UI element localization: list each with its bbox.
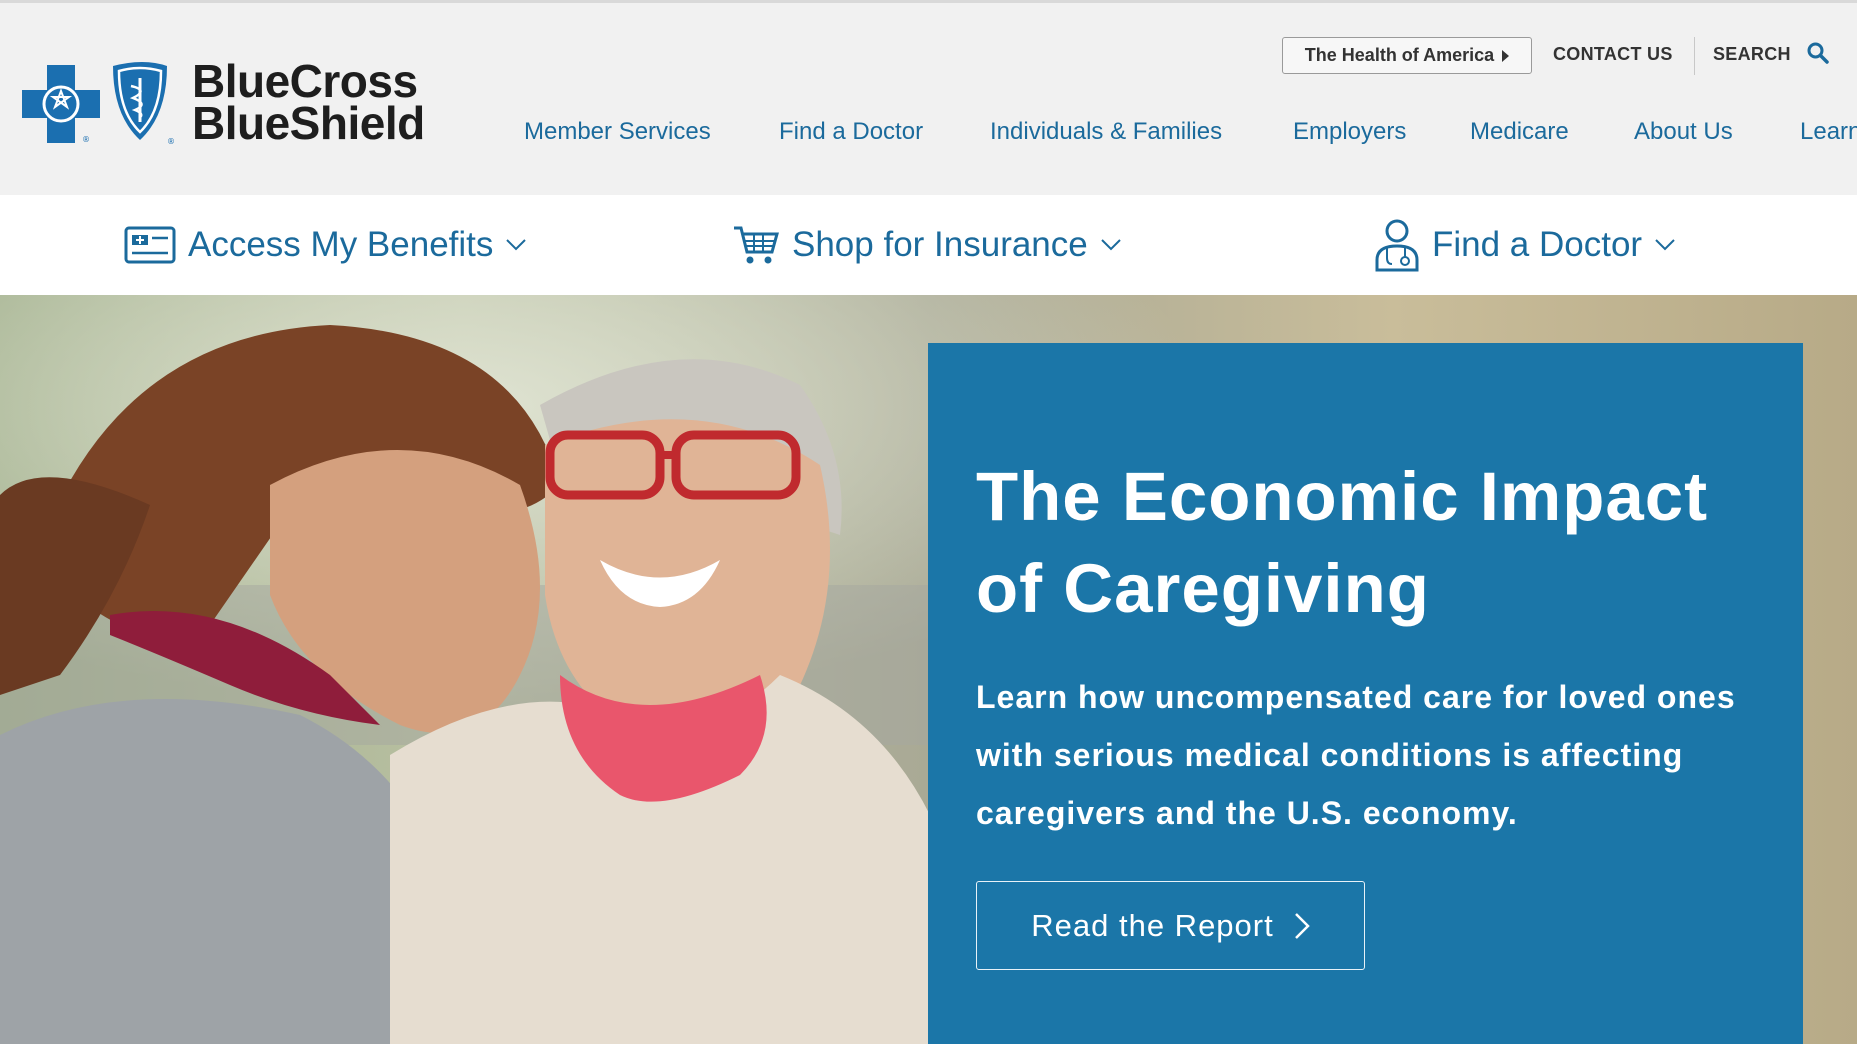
- nav-learn[interactable]: Learn: [1800, 118, 1857, 146]
- caret-right-icon: [1502, 49, 1510, 62]
- brand-line-1: BlueCross: [192, 55, 418, 107]
- shop-for-insurance-dropdown[interactable]: Shop for Insurance: [732, 195, 1122, 295]
- nav-medicare[interactable]: Medicare: [1470, 118, 1569, 146]
- quick-actions-bar: Access My Benefits Shop for Insurance Fi: [0, 195, 1857, 295]
- hero-callout-panel: The Economic Impact of Caregiving Learn …: [928, 343, 1803, 1044]
- hero-title: The Economic Impact of Caregiving: [976, 458, 1709, 627]
- access-my-benefits-label: Access My Benefits: [188, 225, 494, 264]
- site-header: ® ® BlueCross BlueShield The Health of A…: [0, 3, 1857, 195]
- search-icon[interactable]: [1806, 41, 1830, 65]
- chevron-down-icon: [1101, 239, 1121, 251]
- find-a-doctor-label: Find a Doctor: [1432, 225, 1643, 264]
- shop-for-insurance-label: Shop for Insurance: [792, 225, 1088, 264]
- read-the-report-button[interactable]: Read the Report: [976, 881, 1365, 970]
- main-nav: Member Services Find a Doctor Individual…: [0, 118, 1857, 154]
- shopping-cart-icon: [734, 226, 779, 264]
- nav-individuals-families[interactable]: Individuals & Families: [990, 118, 1222, 146]
- chevron-right-icon: [1294, 912, 1310, 939]
- utility-divider: [1694, 37, 1695, 75]
- chevron-down-icon: [506, 239, 527, 251]
- id-card-icon: [124, 226, 176, 264]
- nav-member-services[interactable]: Member Services: [524, 118, 711, 146]
- nav-about-us[interactable]: About Us: [1634, 118, 1733, 146]
- find-a-doctor-dropdown[interactable]: Find a Doctor: [1374, 195, 1676, 295]
- health-of-america-label: The Health of America: [1304, 45, 1495, 65]
- doctor-icon: [1375, 219, 1419, 272]
- access-my-benefits-dropdown[interactable]: Access My Benefits: [124, 195, 527, 295]
- hero-body: Learn how uncompensated care for loved o…: [976, 679, 1736, 831]
- contact-us-link[interactable]: CONTACT US: [1553, 44, 1673, 65]
- hero-banner: The Economic Impact of Caregiving Learn …: [0, 295, 1857, 1044]
- read-the-report-label: Read the Report: [1031, 907, 1274, 943]
- nav-find-a-doctor[interactable]: Find a Doctor: [779, 118, 923, 146]
- chevron-down-icon: [1655, 239, 1675, 251]
- search-link[interactable]: SEARCH: [1713, 44, 1791, 65]
- nav-employers[interactable]: Employers: [1293, 118, 1406, 146]
- health-of-america-button[interactable]: The Health of America: [1282, 37, 1532, 74]
